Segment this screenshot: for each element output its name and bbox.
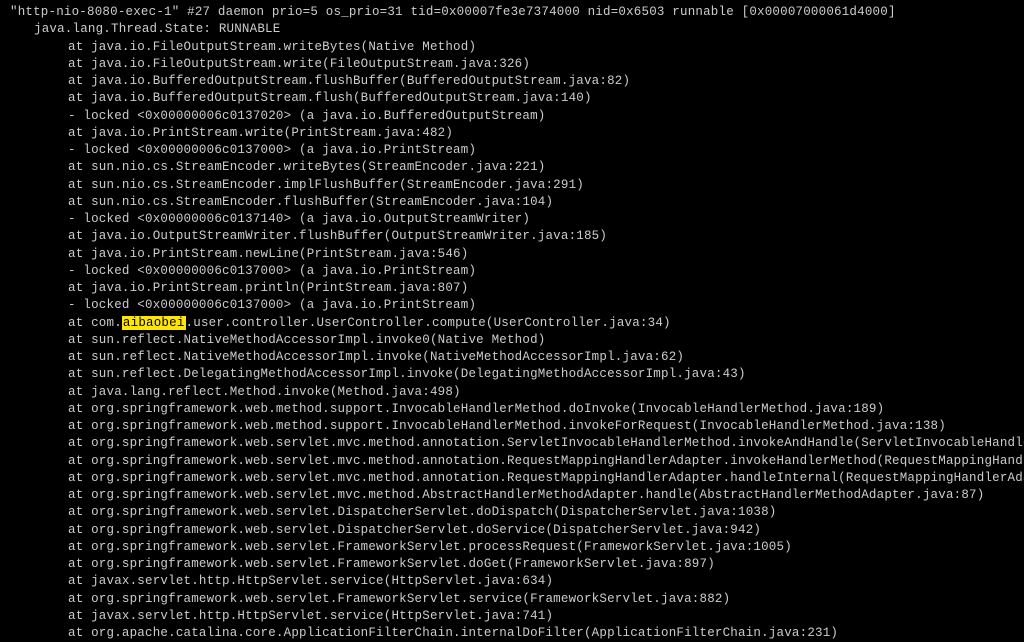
stack-line: at java.io.PrintStream.write(PrintStream…	[10, 125, 1024, 142]
highlighted-text: aibaobei	[122, 316, 186, 330]
stack-line: at org.springframework.web.method.suppor…	[10, 418, 1024, 435]
stack-line: at org.springframework.web.servlet.Dispa…	[10, 522, 1024, 539]
thread-state: java.lang.Thread.State: RUNNABLE	[10, 21, 1024, 38]
stack-line: at java.io.PrintStream.newLine(PrintStre…	[10, 246, 1024, 263]
stack-line: at java.io.FileOutputStream.writeBytes(N…	[10, 39, 1024, 56]
stack-line: - locked <0x00000006c0137000> (a java.io…	[10, 142, 1024, 159]
stack-line: at java.io.FileOutputStream.write(FileOu…	[10, 56, 1024, 73]
stack-line: at org.springframework.web.servlet.Dispa…	[10, 504, 1024, 521]
stack-line: at sun.nio.cs.StreamEncoder.flushBuffer(…	[10, 194, 1024, 211]
stack-line: at org.springframework.web.servlet.Frame…	[10, 539, 1024, 556]
stack-line: at org.springframework.web.servlet.mvc.m…	[10, 453, 1024, 470]
stack-line: - locked <0x00000006c0137000> (a java.io…	[10, 263, 1024, 280]
stack-line: at sun.reflect.NativeMethodAccessorImpl.…	[10, 332, 1024, 349]
stack-line: at java.io.BufferedOutputStream.flushBuf…	[10, 73, 1024, 90]
stack-line: - locked <0x00000006c0137000> (a java.io…	[10, 297, 1024, 314]
stack-line: at org.springframework.web.servlet.Frame…	[10, 556, 1024, 573]
stack-line: at java.lang.reflect.Method.invoke(Metho…	[10, 384, 1024, 401]
stack-line: at javax.servlet.http.HttpServlet.servic…	[10, 573, 1024, 590]
stack-line: - locked <0x00000006c0137140> (a java.io…	[10, 211, 1024, 228]
stack-line: at java.io.OutputStreamWriter.flushBuffe…	[10, 228, 1024, 245]
stack-line: at java.io.BufferedOutputStream.flush(Bu…	[10, 90, 1024, 107]
stack-line: at sun.reflect.DelegatingMethodAccessorI…	[10, 366, 1024, 383]
stack-line: at javax.servlet.http.HttpServlet.servic…	[10, 608, 1024, 625]
stack-line: at java.io.PrintStream.println(PrintStre…	[10, 280, 1024, 297]
stack-line: at com.aibaobei.user.controller.UserCont…	[10, 315, 1024, 332]
stack-line: at org.apache.catalina.core.ApplicationF…	[10, 625, 1024, 642]
stack-line: at org.springframework.web.servlet.Frame…	[10, 591, 1024, 608]
stack-trace: at java.io.FileOutputStream.writeBytes(N…	[10, 39, 1024, 642]
thread-header: "http-nio-8080-exec-1" #27 daemon prio=5…	[10, 4, 1024, 21]
stack-line: at org.springframework.web.method.suppor…	[10, 401, 1024, 418]
stack-text: .user.controller.UserController.compute(…	[186, 316, 671, 330]
stack-line: at org.springframework.web.servlet.mvc.m…	[10, 435, 1024, 452]
stack-line: at org.springframework.web.servlet.mvc.m…	[10, 487, 1024, 504]
stack-text: at com.	[68, 316, 122, 330]
stack-line: at sun.nio.cs.StreamEncoder.writeBytes(S…	[10, 159, 1024, 176]
stack-line: at sun.reflect.NativeMethodAccessorImpl.…	[10, 349, 1024, 366]
stack-line: - locked <0x00000006c0137020> (a java.io…	[10, 108, 1024, 125]
stack-line: at sun.nio.cs.StreamEncoder.implFlushBuf…	[10, 177, 1024, 194]
stack-line: at org.springframework.web.servlet.mvc.m…	[10, 470, 1024, 487]
